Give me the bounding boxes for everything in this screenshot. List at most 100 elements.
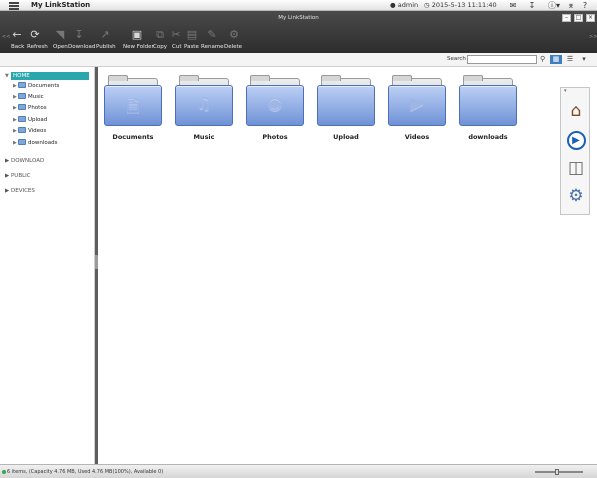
search-input[interactable] <box>467 55 537 64</box>
section-public[interactable]: ▶ PUBLIC <box>5 173 31 179</box>
user-icon: ● <box>390 1 396 9</box>
maximize-button[interactable]: □ <box>574 14 583 22</box>
folder-icon <box>18 82 26 88</box>
back-icon[interactable]: ← <box>11 28 23 42</box>
cut-icon[interactable]: ✂ <box>170 28 182 42</box>
music-note-icon: ♫ <box>196 94 212 114</box>
folder-icon <box>18 104 26 110</box>
zoom-slider-handle[interactable] <box>555 469 559 475</box>
folder-tab <box>250 75 270 81</box>
document-icon: 🗎 <box>126 97 140 117</box>
expand-icon[interactable]: ▶ <box>13 117 17 123</box>
back-button[interactable]: Back <box>11 44 24 50</box>
list-view-button[interactable]: ☰ <box>564 55 576 64</box>
expand-icon[interactable]: ▶ <box>13 128 17 134</box>
cut-button[interactable]: Cut <box>172 44 181 50</box>
power-icon[interactable]: ⌆ <box>566 1 576 10</box>
sort-icon[interactable]: ▾ <box>578 55 590 64</box>
collapse-left-icon[interactable]: << <box>2 34 10 40</box>
publish-icon[interactable]: ↗ <box>99 28 111 42</box>
folder-front <box>317 85 375 126</box>
settings-gear-icon[interactable]: ⚙ <box>565 185 587 207</box>
new-folder-icon[interactable]: ▣ <box>129 28 145 42</box>
copy-icon[interactable]: ⧉ <box>154 28 166 42</box>
folder-item[interactable]: ▶ Videos <box>387 75 447 145</box>
expand-icon[interactable]: ▶ <box>13 105 17 111</box>
delete-button[interactable]: Delete <box>224 44 242 50</box>
rename-icon[interactable]: ✎ <box>206 28 218 42</box>
clock: ◷ 2015-5-13 11:11:40 <box>424 1 497 9</box>
tree-item[interactable]: Videos <box>18 127 46 136</box>
paste-icon[interactable]: ▤ <box>186 28 198 42</box>
expand-icon[interactable]: ▶ <box>13 94 17 100</box>
panel-menu-icon[interactable]: ▾ <box>561 88 589 96</box>
zoom-slider[interactable] <box>535 471 583 473</box>
paste-button[interactable]: Paste <box>184 44 199 50</box>
folder-tab <box>108 75 128 81</box>
folder-item[interactable]: 🗎 Documents <box>103 75 163 145</box>
folder-tree: ▼ HOME ▶ Documents ▶ Music ▶ Photos ▶ Up… <box>0 67 95 464</box>
help-icon[interactable]: ? <box>580 1 590 10</box>
camera-icon: ◉ <box>267 94 283 114</box>
home-icon[interactable]: ⌂ <box>565 100 587 122</box>
download-toolbar-icon[interactable]: ↧ <box>73 28 85 42</box>
folder-icon <box>18 139 26 145</box>
tree-item[interactable]: Upload <box>18 116 47 125</box>
backup-drive-icon[interactable]: ◫ <box>565 157 587 179</box>
clock-icon: ◷ <box>424 1 430 9</box>
folder-item[interactable]: Upload <box>316 75 376 145</box>
tree-item-label: Videos <box>28 128 47 134</box>
section-devices[interactable]: ▶ DEVICES <box>5 188 35 194</box>
info-menu-icon[interactable]: ⓘ▾ <box>545 1 563 10</box>
delete-icon[interactable]: ⚙ <box>228 28 240 42</box>
play-icon[interactable]: ▶ <box>565 129 587 151</box>
video-camera-icon: ▶ <box>410 94 424 114</box>
download-button[interactable]: Download <box>68 44 95 50</box>
tree-item[interactable]: Documents <box>18 82 59 91</box>
folder-icon <box>18 127 26 133</box>
expand-icon[interactable]: ▶ <box>5 173 9 179</box>
tree-item[interactable]: Photos <box>18 104 47 113</box>
search-icon[interactable]: ⚲ <box>540 55 545 63</box>
tree-item[interactable]: downloads <box>18 139 57 148</box>
section-download[interactable]: ▶ DOWNLOAD <box>5 158 44 164</box>
close-button[interactable]: × <box>586 14 595 22</box>
tree-item-home[interactable]: ▼ HOME <box>5 72 89 80</box>
refresh-button[interactable]: Refresh <box>27 44 48 50</box>
top-bar: My LinkStation ● admin ◷ 2015-5-13 11:11… <box>0 0 597 11</box>
tree-home-label: HOME <box>11 72 89 80</box>
expand-icon[interactable]: ▼ <box>5 73 9 79</box>
open-button[interactable]: Open <box>53 44 68 50</box>
folder-item[interactable]: ◉ Photos <box>245 75 305 145</box>
open-icon[interactable]: ◥ <box>54 28 66 42</box>
tree-item[interactable]: Music <box>18 93 44 102</box>
expand-icon[interactable]: ▶ <box>13 83 17 89</box>
folder-name: Documents <box>112 133 154 141</box>
folder-icon <box>18 93 26 99</box>
rename-button[interactable]: Rename <box>201 44 224 50</box>
publish-button[interactable]: Publish <box>96 44 116 50</box>
menu-icon[interactable] <box>9 2 19 10</box>
expand-icon[interactable]: ▶ <box>5 158 9 164</box>
folder-tab <box>392 75 412 81</box>
folder-name: downloads <box>468 133 508 141</box>
collapse-right-icon[interactable]: >> <box>589 34 597 40</box>
download-icon[interactable]: ↧ <box>527 1 537 10</box>
folder-name: Photos <box>262 133 288 141</box>
minimize-button[interactable]: – <box>562 14 571 22</box>
new-folder-button[interactable]: New Folder <box>123 44 154 50</box>
notification-icon[interactable]: ✉ <box>508 1 518 10</box>
folder-item[interactable]: ♫ Music <box>174 75 234 145</box>
folder-name: Videos <box>404 133 430 141</box>
refresh-icon[interactable]: ⟳ <box>28 28 42 42</box>
expand-icon[interactable]: ▶ <box>13 140 17 146</box>
grid-view-button[interactable]: ▦ <box>550 55 562 64</box>
user-menu[interactable]: ● admin <box>390 1 418 9</box>
copy-button[interactable]: Copy <box>153 44 167 50</box>
file-view: 🗎 Documents ♫ Music ◉ Photos Upload ▶ Vi… <box>98 67 597 464</box>
folder-name: Music <box>193 133 215 141</box>
quick-access-panel: ▾ ⌂ ▶ ◫ ⚙ <box>560 87 590 215</box>
folder-item[interactable]: downloads <box>458 75 518 145</box>
status-text: 6 items, (Capacity 4.76 MB, Used 4.76 MB… <box>7 469 164 475</box>
expand-icon[interactable]: ▶ <box>5 188 9 194</box>
